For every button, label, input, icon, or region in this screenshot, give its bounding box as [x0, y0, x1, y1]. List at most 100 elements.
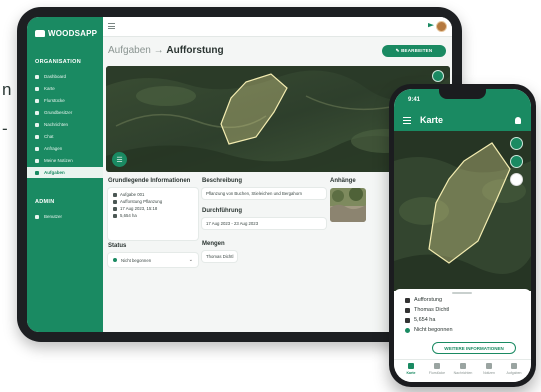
execution-value: 17 Aug 2023 - 23 Aug 2023 [202, 218, 326, 229]
status-dot-icon [405, 327, 410, 333]
sidebar-item-label: Chat [44, 134, 54, 139]
page-title: Aufgaben → Aufforstung [108, 45, 224, 56]
quantities-value: Thomas Dichtl [202, 251, 238, 262]
sidebar-item-flurstuecke[interactable]: Flurstücke [27, 95, 103, 106]
sidebar-item-label: Flurstücke [44, 98, 65, 103]
sidebar-item-grundbesitzer[interactable]: Grundbesitzer [27, 107, 103, 118]
tasks-icon [511, 363, 517, 369]
tab-notizen[interactable]: Notizen [476, 363, 502, 375]
tab-karte[interactable]: Karte [398, 363, 424, 375]
info-row: 5,654 ha [113, 213, 193, 218]
quantities-title: Mengen [202, 241, 225, 247]
sidebar-item-benutzer[interactable]: Benutzer [27, 211, 103, 222]
megaphone-icon [35, 122, 39, 127]
task-date: 17 Aug 2023, 15:18 [120, 206, 158, 211]
person-icon [405, 307, 410, 313]
breadcrumb-parent[interactable]: Aufgaben [108, 45, 151, 56]
phone-satellite-map[interactable] [394, 131, 531, 291]
edge-text-dash: - [2, 119, 8, 138]
logo-text: WOODSAPP [48, 29, 98, 38]
status-select[interactable]: Nicht begonnen ⌄ [108, 253, 198, 267]
execution-title: Durchführung [202, 208, 242, 214]
location-icon[interactable] [510, 155, 523, 168]
status-dot-icon [113, 258, 117, 262]
info-row: Aufforstung Pflanzung [113, 199, 193, 204]
sidebar-item-notizen[interactable]: Meine Notizen [27, 155, 103, 166]
info-row: Aufgabe 001 [113, 192, 193, 197]
chat-icon [460, 363, 466, 369]
sidebar-item-karte[interactable]: Karte [27, 83, 103, 94]
basic-info-title: Grundlegende Informationen [108, 178, 191, 184]
section-organisation: ORGANISATION [35, 59, 81, 65]
sidebar-item-aufgaben[interactable]: Aufgaben [27, 167, 103, 178]
bell-icon[interactable] [515, 117, 521, 124]
layers-icon[interactable] [510, 137, 523, 150]
edge-text-n: n [2, 80, 12, 99]
description-title: Beschreibung [202, 178, 243, 184]
bottom-sheet: Aufforstung Thomas Dichtl 5,654 ha Nicht… [394, 289, 531, 359]
parcel-icon [35, 98, 39, 103]
tab-nachrichten[interactable]: Nachrichten [450, 363, 476, 375]
notes-icon [486, 363, 492, 369]
edit-button[interactable]: ✎ BEARBEITEN [382, 45, 446, 57]
more-info-button[interactable]: WEITERE INFORMATIONEN [432, 342, 516, 354]
sidebar-item-label: Nachrichten [44, 122, 69, 127]
calendar-icon [113, 206, 117, 211]
status-title: Status [108, 243, 127, 249]
sheet-row: 5,654 ha [405, 317, 435, 323]
home-icon [35, 74, 39, 79]
notes-icon [35, 158, 39, 163]
sidebar: WOODSAPP ORGANISATION Dashboard Karte Fl… [27, 17, 103, 332]
section-admin: ADMIN [35, 199, 55, 205]
sidebar-item-label: Dashboard [44, 74, 67, 79]
status-time: 9:41 [408, 97, 421, 103]
sheet-row-text: Nicht begonnen [414, 327, 453, 333]
layers-icon[interactable] [432, 70, 444, 82]
phone-map[interactable] [394, 131, 531, 291]
sidebar-item-dashboard[interactable]: Dashboard [27, 71, 103, 82]
tab-flurstuecke[interactable]: Flurstücke [424, 363, 450, 375]
sidebar-item-anfragen[interactable]: Anfragen [27, 143, 103, 154]
sidebar-item-label: Meine Notizen [44, 158, 73, 163]
top-bar [103, 17, 452, 37]
tree-icon [434, 363, 440, 369]
phone-header: Karte [394, 111, 531, 131]
breadcrumb-current: Aufforstung [166, 45, 224, 56]
sheet-handle[interactable] [452, 292, 472, 294]
sheet-row-text: Aufforstung [414, 297, 443, 303]
info-row: 17 Aug 2023, 15:18 [113, 206, 193, 211]
sidebar-item-chat[interactable]: Chat [27, 131, 103, 142]
sidebar-item-nachrichten[interactable]: Nachrichten [27, 119, 103, 130]
sheet-row: Aufforstung [405, 297, 442, 303]
sidebar-item-label: Aufgaben [44, 170, 65, 175]
grid-icon [405, 297, 410, 303]
description-value: Pflanzung von Buchen, Stieleichen und Be… [202, 188, 326, 199]
task-id: Aufgabe 001 [120, 192, 145, 197]
users-icon [35, 214, 39, 219]
woodsapp-logo[interactable]: WOODSAPP [35, 29, 97, 38]
tasks-icon [35, 170, 39, 175]
sidebar-item-label: Grundbesitzer [44, 110, 73, 115]
sidebar-item-label: Anfragen [44, 146, 63, 151]
menu-icon[interactable] [403, 117, 411, 124]
chat-icon [35, 134, 39, 139]
sidebar-item-label: Karte [44, 86, 55, 91]
phone-title: Karte [420, 115, 444, 125]
task-type: Aufforstung Pflanzung [120, 199, 163, 204]
basic-info-card: Aufgabe 001 Aufforstung Pflanzung 17 Aug… [108, 188, 198, 240]
hamburger-icon[interactable] [108, 23, 115, 29]
tab-label: Nachrichten [453, 371, 473, 375]
chevron-down-icon: ⌄ [188, 257, 193, 263]
list-icon[interactable]: ☰ [112, 152, 127, 167]
tab-aufgaben[interactable]: Aufgaben [501, 363, 527, 375]
flag-icon[interactable] [428, 23, 434, 28]
area-icon [113, 213, 117, 218]
sheet-row: Thomas Dichtl [405, 307, 449, 313]
avatar[interactable] [436, 21, 447, 32]
phone-notch [439, 89, 486, 99]
compass-icon[interactable] [510, 173, 523, 186]
attachment-thumbnail[interactable] [330, 188, 366, 222]
area-icon [405, 317, 410, 323]
logo-icon [35, 30, 45, 37]
breadcrumb-separator: → [153, 45, 164, 56]
